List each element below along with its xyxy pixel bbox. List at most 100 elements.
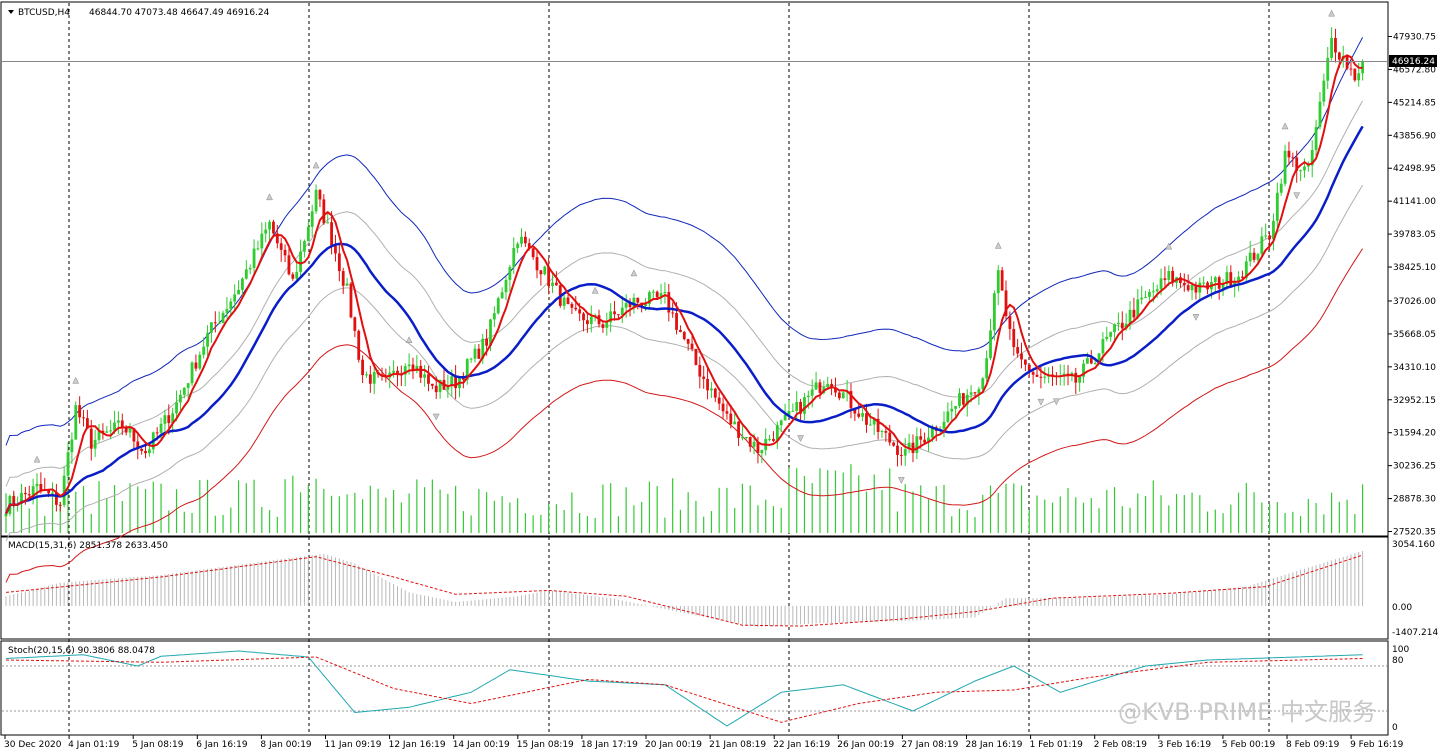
candle-body [919, 436, 923, 440]
candle-body [911, 442, 915, 454]
candle-body [523, 236, 527, 244]
candle-body [1291, 157, 1295, 159]
candle-body [663, 292, 667, 294]
time-tick-label: 30 Dec 2020 [4, 740, 62, 750]
macd-panel[interactable] [0, 536, 1389, 640]
candle-body [198, 354, 202, 369]
candle-body [1275, 192, 1279, 221]
candle-body [795, 401, 799, 411]
chart-canvas[interactable]: 47930.7546572.8045214.8543856.9042498.95… [0, 0, 1441, 756]
time-tick-label: 5 Feb 00:19 [1222, 740, 1276, 750]
time-tick-label: 14 Jan 00:19 [453, 740, 510, 750]
candle-body [961, 393, 965, 405]
candle-body [326, 222, 330, 224]
symbol-label: BTCUSD,H4 [18, 8, 70, 18]
candle-body [710, 388, 713, 391]
candle-body [35, 484, 39, 487]
candle-body [1163, 278, 1167, 280]
candle-body [752, 441, 756, 447]
macd-tick-zero: 0.00 [1392, 603, 1412, 613]
candle-body [1198, 282, 1202, 293]
candle-body [202, 346, 206, 355]
candle-body [341, 271, 345, 286]
candle-body [748, 437, 752, 447]
candle-body [1303, 166, 1306, 171]
candle-body [279, 243, 283, 250]
time-tick-label: 1 Feb 01:19 [1030, 740, 1084, 750]
candle-body [729, 413, 733, 425]
candle-body [539, 270, 543, 275]
candle-body [140, 448, 144, 451]
candle-body [694, 348, 698, 365]
main-price-panel[interactable] [0, 1, 1389, 537]
candle-body [1182, 283, 1186, 286]
time-tick-label: 22 Jan 16:19 [773, 740, 830, 750]
candle-body [175, 402, 178, 414]
candle-body [512, 248, 516, 268]
stoch-tick-80: 80 [1392, 656, 1404, 666]
candle-body [144, 450, 147, 454]
candle-body [1132, 309, 1136, 318]
candle-body [241, 278, 244, 290]
candle-body [1264, 235, 1268, 237]
candle-body [535, 257, 539, 271]
candle-body [803, 397, 806, 414]
candle-body [1334, 38, 1337, 53]
candle-body [1186, 285, 1190, 291]
candle-body [349, 283, 353, 318]
candle-body [206, 332, 209, 347]
candle-body [477, 348, 481, 359]
candle-body [508, 267, 512, 280]
candle-body [636, 297, 640, 303]
candle-body [248, 267, 252, 270]
candle-body [1353, 68, 1357, 81]
candle-body [954, 405, 958, 409]
candle-body [78, 405, 82, 418]
candle-body [1260, 236, 1264, 255]
candle-body [880, 431, 884, 433]
macd-label: MACD(15,31,6) 2851.378 2633.450 [8, 541, 168, 551]
candle-body [837, 392, 841, 399]
candle-body [1105, 336, 1109, 340]
candle-body [1190, 284, 1194, 291]
candle-body [543, 266, 547, 275]
candle-body [419, 365, 423, 378]
candle-body [783, 414, 787, 421]
candle-body [229, 301, 233, 309]
candle-body [1031, 372, 1035, 375]
candle-body [392, 370, 395, 373]
candle-body [865, 413, 868, 425]
candle-body [725, 411, 729, 414]
candle-body [690, 343, 694, 349]
candle-body [283, 249, 287, 256]
candle-body [504, 279, 508, 293]
price-tick-label: 35668.05 [1393, 330, 1436, 340]
candle-body [1330, 38, 1333, 58]
candle-body [310, 211, 314, 227]
candle-body [353, 317, 357, 331]
time-tick-label: 15 Jan 08:19 [517, 740, 574, 750]
candle-body [566, 297, 570, 304]
price-tick-label: 47930.75 [1393, 33, 1436, 43]
candle-body [733, 421, 737, 425]
candle-body [969, 392, 973, 395]
candle-body [818, 382, 822, 393]
candle-body [1279, 183, 1283, 193]
candle-body [1078, 376, 1082, 383]
candle-body [1074, 372, 1078, 383]
stoch-tick-0: 0 [1392, 723, 1398, 733]
candle-body [996, 270, 1000, 294]
time-tick-label: 18 Jan 17:19 [581, 740, 638, 750]
candle-body [74, 405, 78, 440]
candle-body [562, 297, 566, 306]
time-tick-label: 12 Jan 16:19 [389, 740, 446, 750]
candle-body [314, 189, 318, 212]
candle-body [361, 359, 364, 376]
candle-body [368, 374, 372, 384]
candle-body [1140, 297, 1144, 300]
candle-body [485, 338, 489, 346]
candle-body [989, 330, 992, 359]
candle-body [721, 403, 725, 412]
candle-body [675, 313, 678, 330]
candle-body [1349, 68, 1353, 70]
